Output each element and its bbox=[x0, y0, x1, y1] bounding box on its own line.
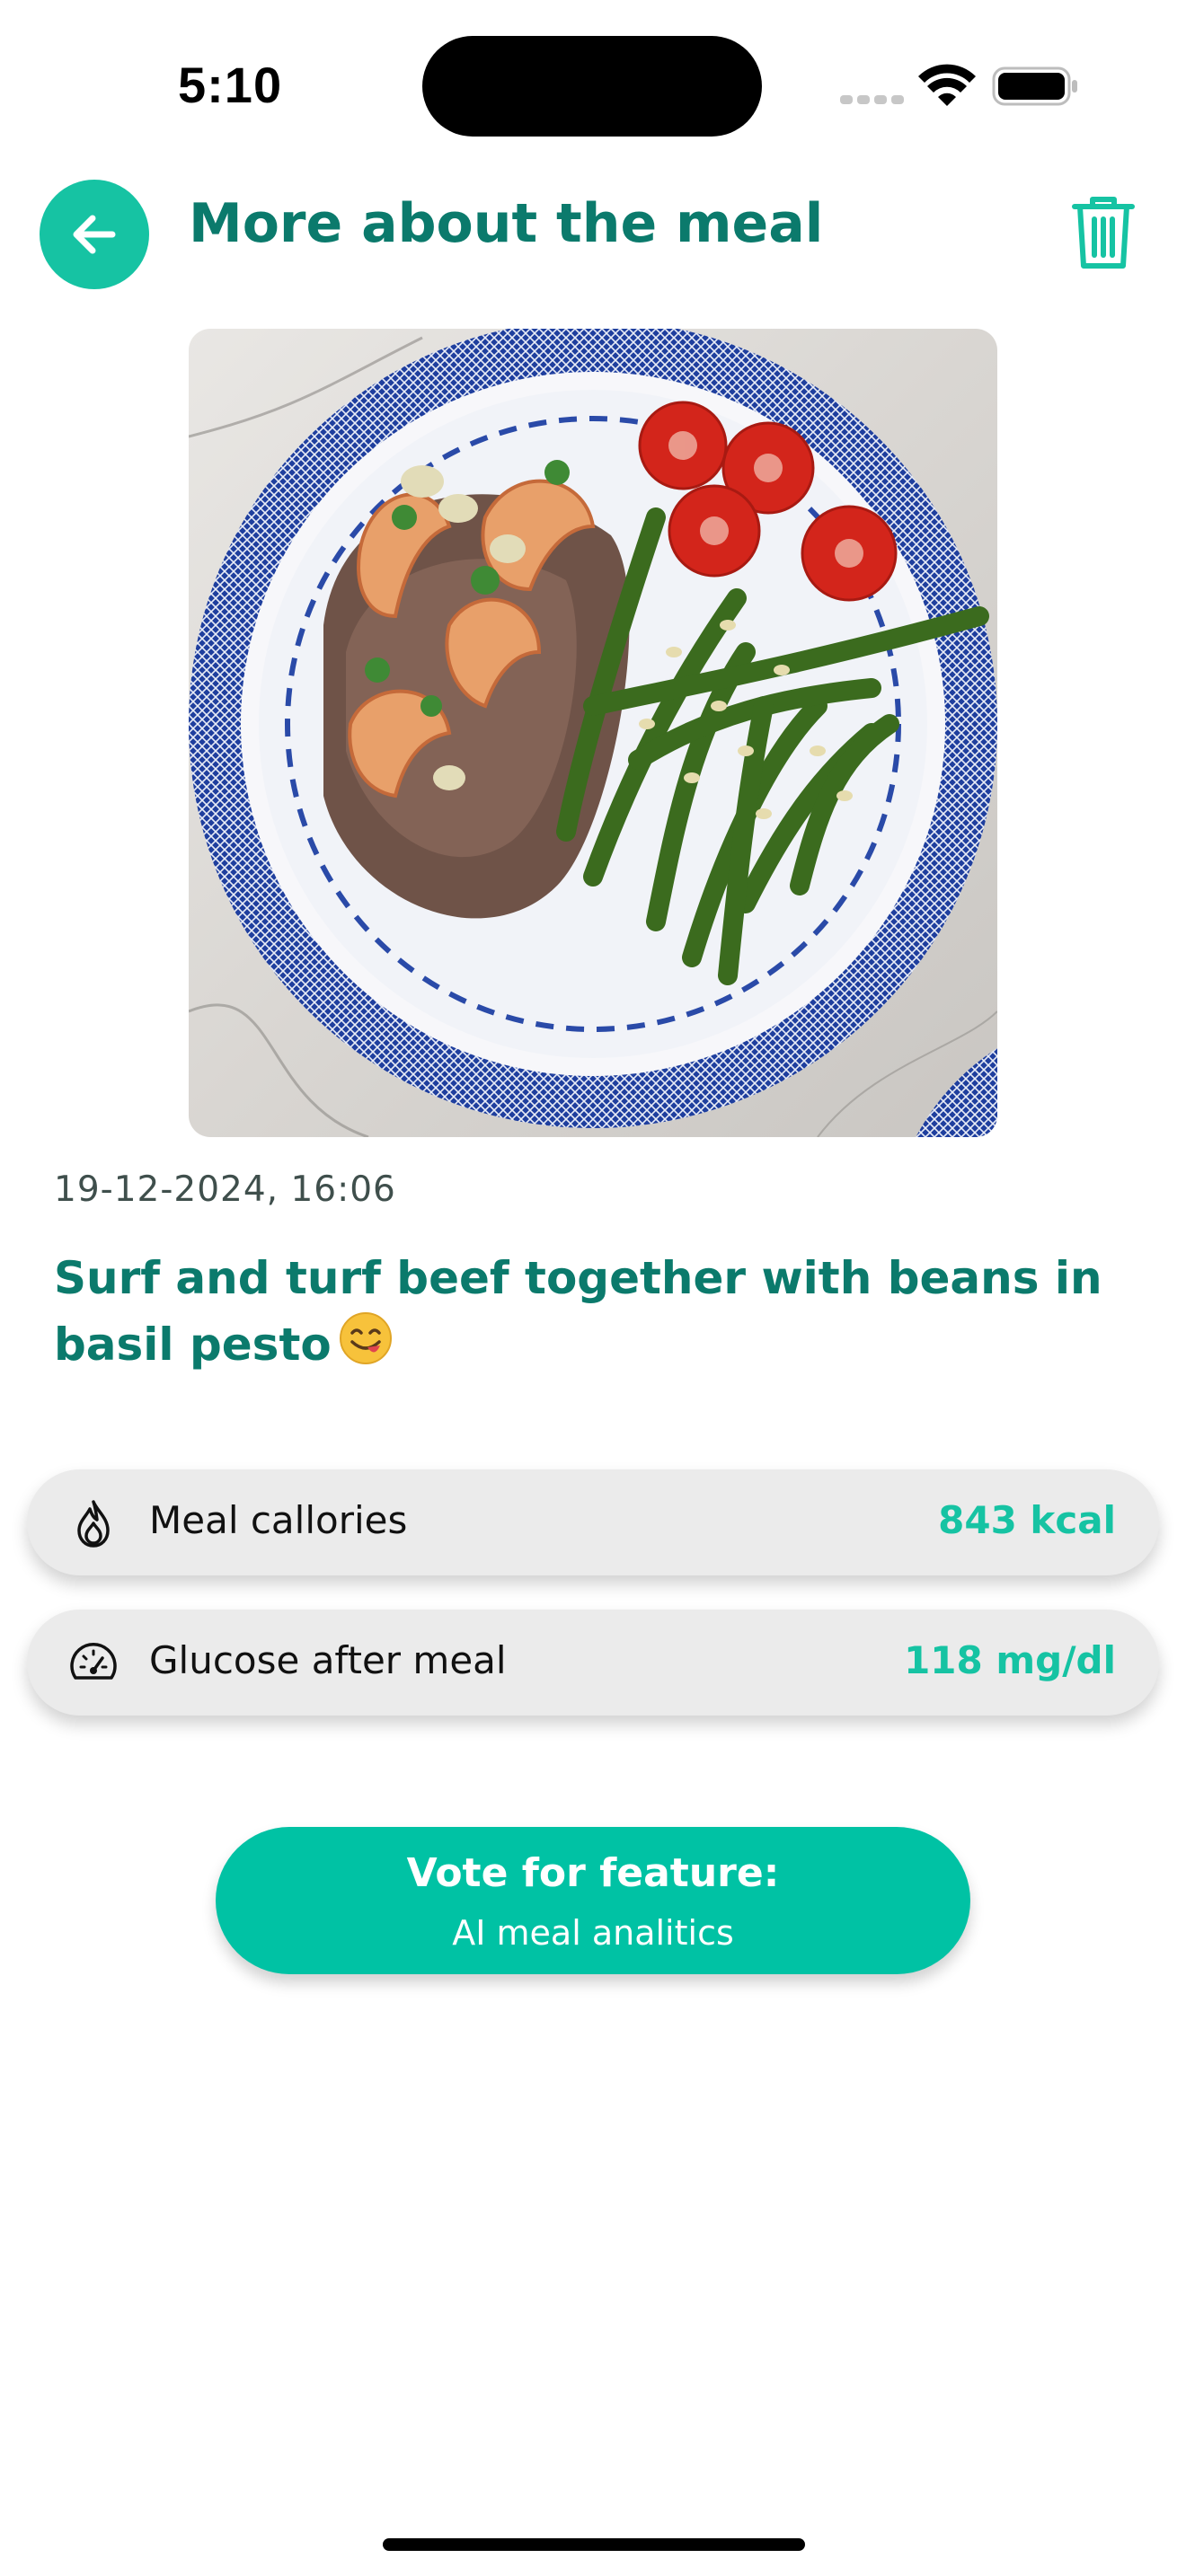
speedometer-icon bbox=[70, 1642, 117, 1680]
dynamic-island bbox=[422, 36, 762, 137]
page-title: More about the meal bbox=[189, 192, 824, 255]
wifi-icon bbox=[918, 64, 976, 106]
cellular-signal-icon bbox=[840, 95, 904, 104]
battery-icon bbox=[992, 66, 1077, 106]
arrow-left-icon bbox=[73, 215, 116, 254]
meal-datetime: 19-12-2024, 16:06 bbox=[54, 1169, 396, 1210]
back-button[interactable] bbox=[40, 180, 149, 289]
stat-value: 118 mg/dl bbox=[904, 1638, 1116, 1682]
stat-label: Meal callories bbox=[149, 1498, 408, 1542]
glucose-row: Glucose after meal 118 mg/dl bbox=[27, 1610, 1159, 1716]
home-indicator[interactable] bbox=[383, 2538, 805, 2551]
status-time: 5:10 bbox=[178, 57, 283, 113]
vote-button-subtitle: AI meal analitics bbox=[452, 1913, 734, 1953]
meal-calories-row: Meal callories 843 kcal bbox=[27, 1469, 1159, 1575]
vote-feature-button[interactable]: Vote for feature: AI meal analitics bbox=[216, 1827, 970, 1974]
face-savoring-food-emoji bbox=[339, 1312, 392, 1364]
stat-value: 843 kcal bbox=[938, 1498, 1116, 1542]
trash-icon[interactable] bbox=[1071, 194, 1136, 271]
flame-icon bbox=[77, 1500, 110, 1548]
meal-description: Surf and turf beef together with beans i… bbox=[54, 1245, 1150, 1378]
vote-button-title: Vote for feature: bbox=[406, 1850, 780, 1896]
stat-label: Glucose after meal bbox=[149, 1638, 507, 1682]
meal-photo bbox=[189, 329, 997, 1137]
meal-description-text: Surf and turf beef together with beans i… bbox=[54, 1252, 1102, 1371]
